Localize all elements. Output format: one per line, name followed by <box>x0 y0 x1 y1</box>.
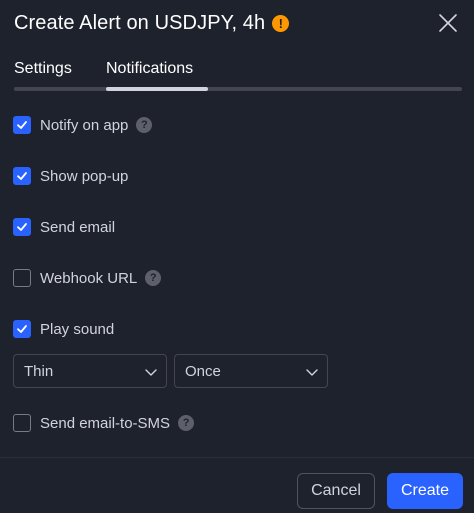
checkmark-icon <box>17 325 27 333</box>
tab-bar: Settings Notifications <box>14 60 462 92</box>
help-icon[interactable]: ? <box>178 415 195 431</box>
tab-settings[interactable]: Settings <box>14 60 72 78</box>
chevron-down-icon <box>306 369 318 376</box>
send-email-sms-row: Send email-to-SMS ? <box>13 413 195 433</box>
cancel-button[interactable]: Cancel <box>297 473 375 509</box>
play-sound-label: Play sound <box>40 320 115 338</box>
show-popup-row: Show pop-up <box>13 166 128 186</box>
send-email-sms-label: Send email-to-SMS <box>40 414 171 432</box>
warning-icon[interactable]: ! <box>272 15 290 32</box>
show-popup-checkbox[interactable] <box>13 167 31 185</box>
send-email-row: Send email <box>13 217 115 237</box>
webhook-url-label: Webhook URL <box>40 269 138 287</box>
sound-select[interactable]: Thin <box>13 354 167 388</box>
checkmark-icon <box>17 121 27 129</box>
notify-on-app-row: Notify on app ? <box>13 115 153 135</box>
create-button[interactable]: Create <box>387 473 463 509</box>
show-popup-label: Show pop-up <box>40 167 129 185</box>
webhook-url-row: Webhook URL ? <box>13 268 162 288</box>
checkmark-icon <box>17 172 27 180</box>
notify-on-app-checkbox[interactable] <box>13 116 31 134</box>
dialog-title: Create Alert on USDJPY, 4h <box>14 12 266 34</box>
sound-repeat-value: Once <box>185 362 221 380</box>
chevron-down-icon <box>145 369 157 376</box>
close-icon[interactable] <box>437 12 459 34</box>
webhook-url-checkbox[interactable] <box>13 269 31 287</box>
footer-divider <box>0 457 474 458</box>
dialog-header: Create Alert on USDJPY, 4h ! <box>14 12 290 35</box>
help-icon[interactable]: ? <box>136 117 153 133</box>
send-email-sms-checkbox[interactable] <box>13 414 31 432</box>
sound-repeat-select[interactable]: Once <box>174 354 328 388</box>
notify-on-app-label: Notify on app <box>40 116 129 134</box>
create-alert-dialog: Create Alert on USDJPY, 4h ! Settings No… <box>0 0 474 513</box>
sound-select-value: Thin <box>24 362 54 380</box>
tab-track <box>14 87 462 91</box>
help-icon[interactable]: ? <box>145 270 162 286</box>
send-email-checkbox[interactable] <box>13 218 31 236</box>
checkmark-icon <box>17 223 27 231</box>
send-email-label: Send email <box>40 218 116 236</box>
play-sound-row: Play sound <box>13 319 114 339</box>
play-sound-checkbox[interactable] <box>13 320 31 338</box>
tab-active-indicator <box>106 87 208 91</box>
tab-notifications[interactable]: Notifications <box>106 60 193 78</box>
